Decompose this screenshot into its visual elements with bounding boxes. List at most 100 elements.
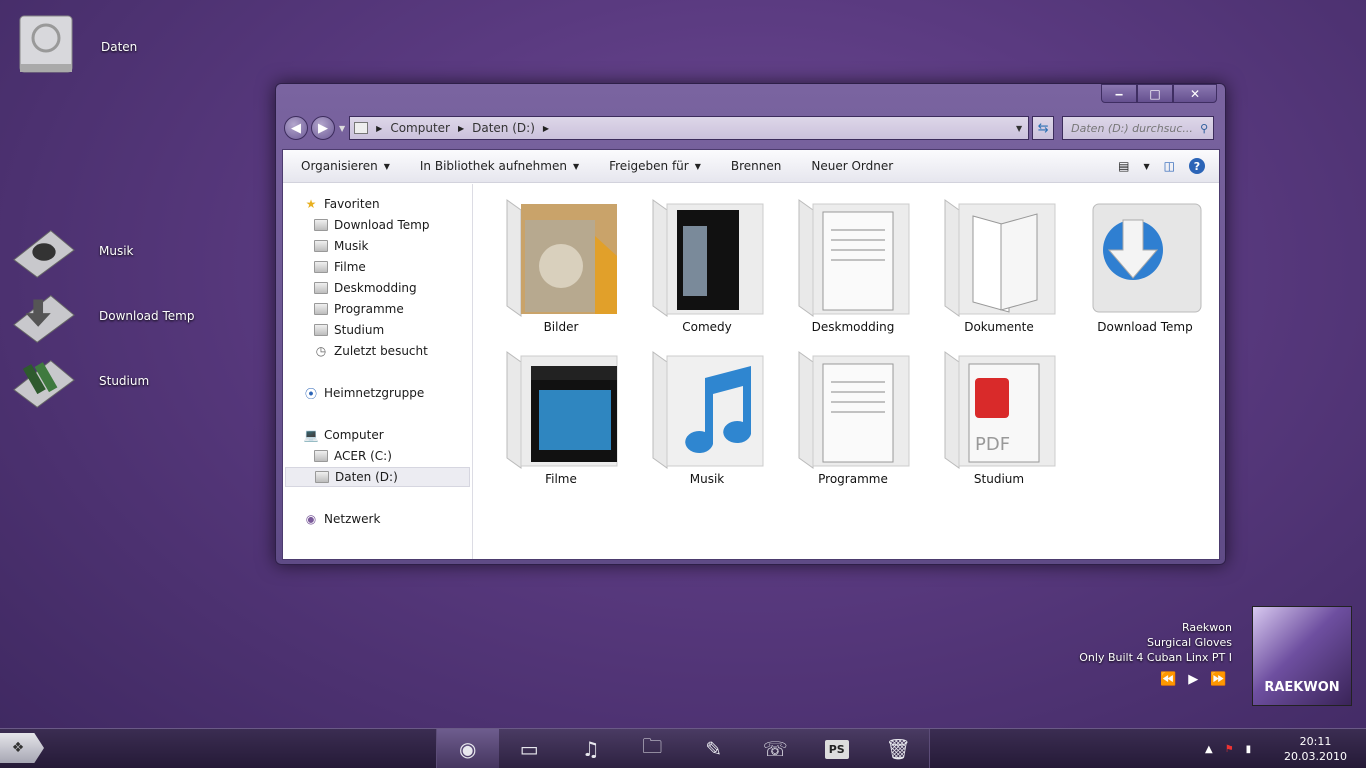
file-name: Studium: [973, 472, 1025, 486]
address-dropdown-icon[interactable]: ▼: [1016, 124, 1022, 133]
sidebar-item-favorites[interactable]: ★ Favoriten: [303, 194, 380, 214]
desktop-icon-label: Daten: [101, 40, 138, 54]
next-track-icon[interactable]: ⏩: [1210, 672, 1226, 687]
view-dropdown-icon[interactable]: ▼: [1144, 162, 1150, 171]
organize-button[interactable]: Organisieren ▼: [301, 159, 390, 173]
new-folder-button[interactable]: Neuer Ordner: [811, 159, 893, 173]
folder-item-programme[interactable]: Programme: [783, 348, 923, 486]
monitor-icon[interactable]: ▭: [499, 737, 561, 761]
sidebar-item-label: Filme: [334, 260, 366, 274]
file-name: Deskmodding: [811, 320, 895, 334]
download-folder-icon: [1085, 196, 1205, 318]
folder-icon: [313, 301, 329, 317]
desktop-icon-musik[interactable]: Musik: [2, 222, 134, 282]
share-button[interactable]: Freigeben für ▼: [609, 159, 701, 173]
sidebar-item-label: Favoriten: [324, 197, 380, 211]
photoshop-icon[interactable]: PS: [806, 739, 868, 759]
help-icon[interactable]: ?: [1189, 158, 1205, 174]
folder-item-musik[interactable]: Musik: [637, 348, 777, 486]
network-icon: ◉: [305, 512, 317, 526]
recent-pages-dropdown[interactable]: ▼: [339, 124, 345, 133]
file-name: Filme: [545, 472, 577, 486]
start-button[interactable]: ❖: [0, 733, 44, 763]
folder-item-studium[interactable]: PDF Studium: [929, 348, 1069, 486]
chevron-down-icon: ▼: [383, 161, 390, 171]
play-icon[interactable]: ▶: [1188, 672, 1198, 687]
maximize-button[interactable]: □: [1137, 84, 1173, 103]
signal-icon[interactable]: ▮: [1246, 744, 1252, 755]
sidebar-item-recent[interactable]: ◷ Zuletzt besucht: [313, 341, 428, 361]
chevron-down-icon: ▼: [694, 161, 701, 171]
taskbar: ❖ ◉ ▭ ♫ 🗀 ✎ ☏ PS 🗑 ▲ ⚑ ▮ 20:11 20.03.201…: [0, 728, 1366, 768]
refresh-button[interactable]: ⇆: [1032, 116, 1055, 140]
new-folder-label: Neuer Ordner: [811, 159, 894, 173]
folder-item-dokumente[interactable]: Dokumente: [929, 196, 1069, 334]
album-cover[interactable]: RAEKWON: [1252, 606, 1352, 706]
breadcrumb-chevron-icon[interactable]: ▶: [543, 124, 549, 133]
address-bar[interactable]: ▶ Computer ▶ Daten (D:) ▶ ▼: [349, 116, 1030, 140]
recycle-bin-icon[interactable]: 🗑: [868, 737, 930, 761]
dock: ◉ ▭ ♫ 🗀 ✎ ☏ PS 🗑: [436, 729, 930, 768]
search-icon: ⚲: [1200, 121, 1209, 135]
preview-pane-icon[interactable]: ◫: [1164, 159, 1175, 173]
clock-icon: ◷: [315, 344, 327, 358]
back-button[interactable]: ◀: [284, 116, 308, 140]
sidebar-item-musik[interactable]: Musik: [313, 236, 369, 256]
sidebar-item-drive-c[interactable]: ACER (C:): [313, 446, 392, 466]
folder-icon[interactable]: 🗀: [622, 732, 684, 766]
breadcrumb-daten[interactable]: Daten (D:): [472, 121, 535, 135]
photo-folder-icon: [501, 196, 621, 318]
phone-icon[interactable]: ☏: [745, 737, 807, 761]
firefox-icon[interactable]: ◉: [437, 729, 499, 768]
folder-icon: [313, 238, 329, 254]
breadcrumb-chevron-icon[interactable]: ▶: [376, 124, 382, 133]
abc-folder-icon: [939, 196, 1059, 318]
folder-icon: [313, 259, 329, 275]
previous-track-icon[interactable]: ⏪: [1160, 672, 1176, 687]
sidebar-item-programme[interactable]: Programme: [313, 299, 404, 319]
sidebar-item-homegroup[interactable]: ⦿ Heimnetzgruppe: [303, 383, 424, 403]
sidebar-item-download-temp[interactable]: Download Temp: [313, 215, 429, 235]
folder-item-filme[interactable]: Filme: [491, 348, 631, 486]
star-icon: ★: [305, 197, 317, 211]
breadcrumb-computer[interactable]: Computer: [390, 121, 450, 135]
sidebar-item-filme[interactable]: Filme: [313, 257, 366, 277]
action-center-icon[interactable]: ⚑: [1225, 744, 1234, 755]
sidebar-item-studium[interactable]: Studium: [313, 320, 384, 340]
breadcrumb-chevron-icon[interactable]: ▶: [458, 124, 464, 133]
sidebar-item-label: Zuletzt besucht: [334, 344, 428, 358]
forward-button[interactable]: ▶: [311, 116, 335, 140]
media-controls: ⏪ ▶ ⏩: [1160, 672, 1238, 687]
books-icon: [12, 352, 76, 412]
drive-icon: [354, 122, 369, 134]
view-options-icon[interactable]: ▤: [1118, 159, 1129, 173]
sidebar-item-label: Daten (D:): [335, 470, 398, 484]
burn-button[interactable]: Brennen: [731, 159, 781, 173]
search-input[interactable]: Daten (D:) durchsuc... ⚲: [1062, 116, 1215, 140]
close-button[interactable]: ✕: [1173, 84, 1217, 103]
command-bar: Organisieren ▼ In Bibliothek aufnehmen ▼ F…: [283, 150, 1219, 183]
desktop-icon-download-temp[interactable]: Download Temp: [2, 287, 194, 347]
library-label: In Bibliothek aufnehmen: [419, 159, 567, 173]
show-hidden-icons-icon[interactable]: ▲: [1205, 744, 1213, 755]
sidebar-item-network[interactable]: ◉ Netzwerk: [303, 509, 381, 529]
folder-item-comedy[interactable]: Comedy: [637, 196, 777, 334]
folder-item-bilder[interactable]: Bilder: [491, 196, 631, 334]
minimize-button[interactable]: ‒: [1101, 84, 1137, 103]
clock[interactable]: 20:11 20.03.2010: [1284, 734, 1347, 764]
sidebar-item-deskmodding[interactable]: Deskmodding: [313, 278, 417, 298]
clapperboard-folder-icon: [501, 348, 621, 470]
folder-item-download-temp[interactable]: Download Temp: [1075, 196, 1215, 334]
folder-item-deskmodding[interactable]: Deskmodding: [783, 196, 923, 334]
windows-logo-icon: ❖: [11, 740, 25, 756]
sidebar-item-computer[interactable]: 💻 Computer: [303, 425, 384, 445]
video-folder-icon: [647, 196, 767, 318]
library-button[interactable]: In Bibliothek aufnehmen ▼: [420, 159, 579, 173]
file-name: Bilder: [543, 320, 579, 334]
music-note-icon[interactable]: ♫: [560, 737, 622, 761]
desktop-icon-daten[interactable]: Daten: [4, 15, 137, 75]
now-playing-info: Raekwon Surgical Gloves Only Built 4 Cub…: [1079, 620, 1232, 665]
pencil-icon[interactable]: ✎: [683, 737, 745, 761]
desktop-icon-studium[interactable]: Studium: [2, 352, 149, 412]
sidebar-item-drive-d[interactable]: Daten (D:): [285, 467, 470, 487]
